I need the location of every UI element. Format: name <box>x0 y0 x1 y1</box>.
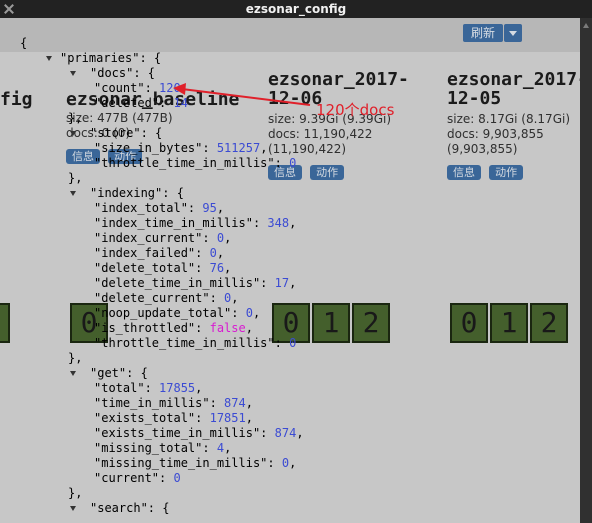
json-line: "current": 0 <box>94 471 181 485</box>
json-line: "time_in_millis": 874, <box>94 396 253 410</box>
json-line: "throttle_time_in_millis": 0 <box>94 336 297 350</box>
scroll-up-arrow-icon[interactable] <box>583 23 589 28</box>
json-line: "search": { <box>90 501 170 515</box>
json-line: "index_current": 0, <box>94 231 232 245</box>
json-line: "noop_update_total": 0, <box>94 306 261 320</box>
json-line: "exists_time_in_millis": 874, <box>94 426 304 440</box>
json-line: }, <box>68 171 83 185</box>
close-icon[interactable] <box>1 1 17 17</box>
json-line: "count": 120, <box>94 81 188 95</box>
json-line: "exists_total": 17851, <box>94 411 253 425</box>
window-title: ezsonar_config <box>245 2 347 16</box>
json-line: "delete_time_in_millis": 17, <box>94 276 297 290</box>
json-line: }, <box>68 486 83 500</box>
json-line: "size_in_bytes": 511257, <box>94 141 268 155</box>
expand-toggle-icon[interactable] <box>70 131 76 136</box>
expand-toggle-icon[interactable] <box>70 371 76 376</box>
json-line: "index_total": 95, <box>94 201 225 215</box>
json-line: "is_throttled": false, <box>94 321 253 335</box>
json-line: "index_failed": 0, <box>94 246 225 260</box>
json-line: "primaries": { <box>60 51 162 65</box>
json-line: "total": 17855, <box>94 381 203 395</box>
json-line: "indexing": { <box>90 186 184 200</box>
vertical-scrollbar[interactable] <box>580 18 592 523</box>
json-line: "throttle_time_in_millis": 0 <box>94 156 297 170</box>
json-line: { <box>20 36 28 50</box>
json-line: "store": { <box>90 126 163 140</box>
json-line: "missing_time_in_millis": 0, <box>94 456 297 470</box>
annotation-label: 120个docs <box>316 101 395 119</box>
json-viewer[interactable]: {"primaries": {"docs": {"count": 120, "de… <box>0 18 580 523</box>
expand-toggle-icon[interactable] <box>70 506 76 511</box>
json-line: "index_time_in_millis": 348, <box>94 216 297 230</box>
json-line: "delete_current": 0, <box>94 291 239 305</box>
json-line: "missing_total": 4, <box>94 441 232 455</box>
expand-toggle-icon[interactable] <box>70 71 76 76</box>
json-line: "docs": { <box>90 66 156 80</box>
json-line: }, <box>68 111 83 125</box>
window-titlebar: ezsonar_config <box>0 0 592 18</box>
json-line: "delete_total": 76, <box>94 261 232 275</box>
expand-toggle-icon[interactable] <box>70 191 76 196</box>
expand-toggle-icon[interactable] <box>46 56 52 61</box>
json-line: "deleted": 14 <box>94 96 188 110</box>
json-line: "get": { <box>90 366 148 380</box>
json-line: }, <box>68 351 83 365</box>
